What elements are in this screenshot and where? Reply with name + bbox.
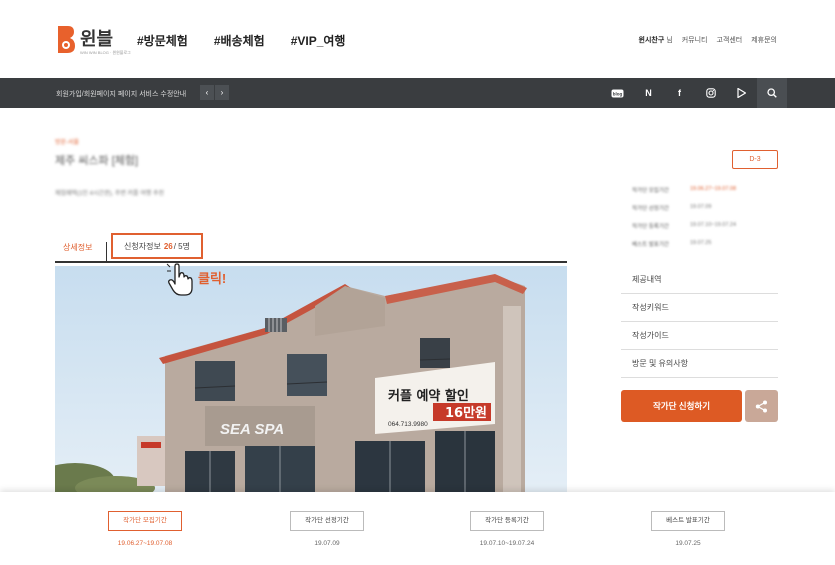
notice-arrows: ‹ › xyxy=(200,85,230,100)
main-nav: #방문체험 #배송체험 #VIP_여행 xyxy=(137,32,345,49)
user-greeting[interactable]: 윈시찬구 님 xyxy=(639,35,673,45)
search-icon[interactable] xyxy=(757,78,787,108)
schedule-label: 작가단 선정기간 xyxy=(632,206,669,212)
user-suffix: 님 xyxy=(666,37,673,44)
sidebar-menu: 제공내역 작성키워드 작성가이드 방문 및 유의사항 xyxy=(621,266,778,378)
share-icon xyxy=(755,400,767,412)
timeline-step-label[interactable]: 작가단 모집기간 xyxy=(108,511,182,531)
d-day-badge: D-3 xyxy=(732,150,778,169)
banner-headline: 커플 예약 할인 xyxy=(388,388,469,404)
sidebar-item-visit-notes[interactable]: 방문 및 유의사항 xyxy=(621,350,778,378)
campaign-title: 제주 씨스파 [체험] xyxy=(55,155,139,167)
social-links: blog N f xyxy=(602,78,787,108)
campaign-photo: 커플 예약 할인 16만원 064.713.9980 SEA SPA xyxy=(55,266,567,492)
apply-writer-button[interactable]: 작가단 신청하기 xyxy=(621,390,742,422)
naver-icon-label: N xyxy=(645,88,652,98)
hand-cursor-icon xyxy=(166,263,196,297)
facebook-icon[interactable]: f xyxy=(664,78,695,108)
timeline-step: 작가단 선정기간 19.07.09 xyxy=(287,509,367,547)
applicant-total: / 5명 xyxy=(173,241,190,251)
schedule-row: 작가단 선정기간 19.07.09 xyxy=(632,204,782,222)
notice-next-button[interactable]: › xyxy=(215,85,229,100)
banner-phone: 064.713.9980 xyxy=(388,421,428,428)
tab-detail-info[interactable]: 상세정보 xyxy=(63,242,92,253)
util-partnership[interactable]: 제휴문의 xyxy=(751,35,777,45)
applicant-count: 26 xyxy=(163,241,173,251)
schedule-row: 베스트 발표기간 19.07.25 xyxy=(632,240,782,258)
schedule-timeline: 작가단 모집기간 19.06.27~19.07.08 작가단 선정기간 19.0… xyxy=(0,492,835,565)
util-support[interactable]: 고객센터 xyxy=(716,35,742,45)
utility-nav: 윈시찬구 님 커뮤니티 고객센터 제휴문의 xyxy=(639,35,777,45)
schedule-label: 작가단 등록기간 xyxy=(632,224,669,230)
timeline-step: 작가단 모집기간 19.06.27~19.07.08 xyxy=(105,509,185,547)
tab-applicant-label: 신청자정보 xyxy=(124,241,161,251)
logo-text: 윈블 xyxy=(80,29,114,49)
schedule-value: 19.07.25 xyxy=(690,240,712,246)
banner-price: 16만원 xyxy=(445,405,487,421)
timeline-step-label[interactable]: 작가단 선정기간 xyxy=(290,511,364,531)
blog-icon[interactable]: blog xyxy=(602,78,633,108)
sidebar-item-guide[interactable]: 작성가이드 xyxy=(621,322,778,350)
schedule-row: 작가단 등록기간 19.07.10~19.07.24 xyxy=(632,222,782,240)
play-icon[interactable] xyxy=(726,78,757,108)
instagram-icon[interactable] xyxy=(695,78,726,108)
schedule-value: 19.07.10~19.07.24 xyxy=(690,222,737,228)
nav-delivery[interactable]: #배송체험 xyxy=(214,32,265,49)
timeline-step-label[interactable]: 작가단 등록기간 xyxy=(470,511,544,531)
notice-text[interactable]: 회원가입/회원페이지 페이지 서비스 수정안내 xyxy=(56,89,186,99)
sidebar-item-keywords[interactable]: 작성키워드 xyxy=(621,294,778,322)
timeline-step-date: 19.07.25 xyxy=(675,540,701,547)
campaign-category: 방문-서울 xyxy=(55,140,80,146)
notice-bar: 회원가입/회원페이지 페이지 서비스 수정안내 ‹ › blog N f xyxy=(0,78,835,108)
share-button[interactable] xyxy=(745,390,778,422)
util-community[interactable]: 커뮤니티 xyxy=(682,35,708,45)
schedule-label: 베스트 발표기간 xyxy=(632,242,669,248)
schedule-row: 작가단 모집기간 19.06.27~19.07.08 xyxy=(632,186,782,204)
facebook-icon-label: f xyxy=(678,88,681,98)
tab-applicant-info[interactable]: 신청자정보 26 / 5명 xyxy=(111,233,203,259)
notice-prev-button[interactable]: ‹ xyxy=(200,85,214,100)
schedule-label: 작가단 모집기간 xyxy=(632,188,669,194)
campaign-description: 체험혜택(1인 4시간권), 주변 커플 여행 추천 xyxy=(55,191,164,197)
site-logo[interactable]: 윈블 WIN WIN BLOG · 윈윈블로그 xyxy=(54,24,131,55)
click-annotation: 클릭! xyxy=(198,271,227,286)
sea-spa-sign: SEA SPA xyxy=(220,421,284,438)
timeline-step: 베스트 발표기간 19.07.25 xyxy=(648,509,728,547)
schedule-list: 작가단 모집기간 19.06.27~19.07.08 작가단 선정기간 19.07.… xyxy=(632,186,782,258)
logo-subtitle: WIN WIN BLOG · 윈윈블로그 xyxy=(80,50,131,55)
schedule-value: 19.06.27~19.07.08 xyxy=(690,186,737,192)
timeline-step-label[interactable]: 베스트 발표기간 xyxy=(651,511,725,531)
blog-icon-label: blog xyxy=(613,91,623,96)
site-header: 윈블 WIN WIN BLOG · 윈윈블로그 #방문체험 #배송체험 #VIP… xyxy=(0,0,835,78)
nav-visit[interactable]: #방문체험 xyxy=(137,32,188,49)
logo-mark-icon xyxy=(54,24,76,54)
detail-tabs: 상세정보 신청자정보 26 / 5명 xyxy=(55,232,567,263)
timeline-step-date: 19.07.09 xyxy=(314,540,340,547)
schedule-value: 19.07.09 xyxy=(690,204,712,210)
sidebar-item-provided[interactable]: 제공내역 xyxy=(621,266,778,294)
user-name: 윈시찬구 xyxy=(638,37,665,44)
timeline-step-date: 19.07.10~19.07.24 xyxy=(479,540,535,547)
timeline-step: 작가단 등록기간 19.07.10~19.07.24 xyxy=(467,509,547,547)
timeline-step-date: 19.06.27~19.07.08 xyxy=(117,540,173,547)
naver-icon[interactable]: N xyxy=(633,78,664,108)
nav-vip-travel[interactable]: #VIP_여행 xyxy=(291,32,346,49)
tab-divider xyxy=(106,242,107,262)
